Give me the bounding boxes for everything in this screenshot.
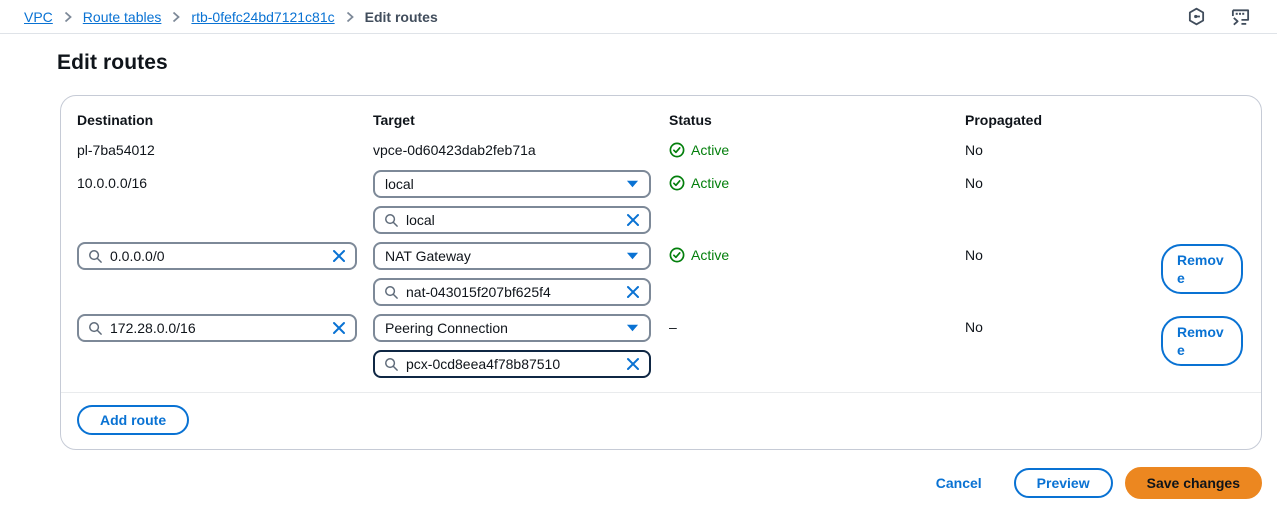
propagated-value: No <box>965 175 983 191</box>
check-circle-icon <box>669 142 685 158</box>
target-type-select[interactable]: NAT Gateway <box>373 242 651 270</box>
table-row: Peering Connection – No Remo <box>77 314 1245 378</box>
form-actions: Cancel Preview Save changes <box>0 467 1262 499</box>
clear-icon[interactable] <box>332 321 346 335</box>
target-type-selected: NAT Gateway <box>385 248 471 264</box>
propagated-value: No <box>965 319 983 335</box>
chevron-down-icon <box>626 251 639 261</box>
topbar-icons <box>1187 7 1251 27</box>
target-search-input[interactable] <box>406 284 619 300</box>
column-header-target: Target <box>373 112 415 128</box>
destination-value: pl-7ba54012 <box>77 142 155 158</box>
search-icon <box>384 357 399 372</box>
usage-history-icon[interactable] <box>1187 7 1206 26</box>
remove-route-button[interactable]: Remove <box>1161 244 1243 294</box>
search-icon <box>88 249 103 264</box>
column-header-propagated: Propagated <box>965 112 1042 128</box>
target-type-select[interactable]: Peering Connection <box>373 314 651 342</box>
status-badge: Active <box>669 247 965 263</box>
status-label: Active <box>691 142 729 158</box>
target-type-select[interactable]: local <box>373 170 651 198</box>
status-badge: Active <box>669 142 965 158</box>
chevron-right-icon <box>171 11 181 23</box>
status-label: Active <box>691 247 729 263</box>
cancel-button[interactable]: Cancel <box>930 474 988 492</box>
table-row: NAT Gateway Active <box>77 242 1245 306</box>
target-search-field <box>373 350 651 378</box>
target-type-selected: Peering Connection <box>385 320 508 336</box>
propagated-value: No <box>965 142 983 158</box>
target-search-input[interactable] <box>406 212 619 228</box>
destination-input[interactable] <box>110 248 325 264</box>
breadcrumb-link-route-tables[interactable]: Route tables <box>83 9 162 25</box>
breadcrumb: VPC Route tables rtb-0fefc24bd7121c81c E… <box>24 9 438 25</box>
search-icon <box>384 213 399 228</box>
check-circle-icon <box>669 247 685 263</box>
save-changes-button[interactable]: Save changes <box>1125 467 1262 499</box>
column-header-destination: Destination <box>77 112 153 128</box>
status-label: Active <box>691 175 729 191</box>
routes-table: Destination Target Status Propagated pl-… <box>61 96 1261 392</box>
table-header-row: Destination Target Status Propagated <box>77 112 1245 128</box>
destination-search-field <box>77 314 357 342</box>
destination-search-field <box>77 242 357 270</box>
destination-value: 10.0.0.0/16 <box>77 175 147 191</box>
remove-route-button[interactable]: Remove <box>1161 316 1243 366</box>
clear-icon[interactable] <box>626 285 640 299</box>
target-type-selected: local <box>385 176 414 192</box>
clear-icon[interactable] <box>626 213 640 227</box>
chevron-right-icon <box>345 11 355 23</box>
add-route-button[interactable]: Add route <box>77 405 189 435</box>
breadcrumb-link-route-table-id[interactable]: rtb-0fefc24bd7121c81c <box>191 9 334 25</box>
search-icon <box>384 285 399 300</box>
table-row: pl-7ba54012 vpce-0d60423dab2feb71a Activ… <box>77 142 1245 158</box>
edit-routes-card: Destination Target Status Propagated pl-… <box>60 95 1262 450</box>
chevron-down-icon <box>626 323 639 333</box>
breadcrumb-link-vpc[interactable]: VPC <box>24 9 53 25</box>
check-circle-icon <box>669 175 685 191</box>
search-icon <box>88 321 103 336</box>
cloudshell-icon[interactable] <box>1230 7 1251 27</box>
target-search-field <box>373 278 651 306</box>
column-header-status: Status <box>669 112 712 128</box>
clear-icon[interactable] <box>626 357 640 371</box>
status-empty: – <box>669 319 677 335</box>
page-title: Edit routes <box>57 51 1277 75</box>
target-value: vpce-0d60423dab2feb71a <box>373 142 536 158</box>
chevron-down-icon <box>626 179 639 189</box>
propagated-value: No <box>965 247 983 263</box>
card-footer: Add route <box>61 392 1261 449</box>
breadcrumb-bar: VPC Route tables rtb-0fefc24bd7121c81c E… <box>0 0 1277 34</box>
chevron-right-icon <box>63 11 73 23</box>
status-badge: Active <box>669 175 965 191</box>
target-search-field <box>373 206 651 234</box>
clear-icon[interactable] <box>332 249 346 263</box>
breadcrumb-current: Edit routes <box>365 9 438 25</box>
table-row: 10.0.0.0/16 local <box>77 170 1245 234</box>
target-search-input[interactable] <box>406 356 619 372</box>
destination-input[interactable] <box>110 320 325 336</box>
preview-button[interactable]: Preview <box>1014 468 1113 498</box>
